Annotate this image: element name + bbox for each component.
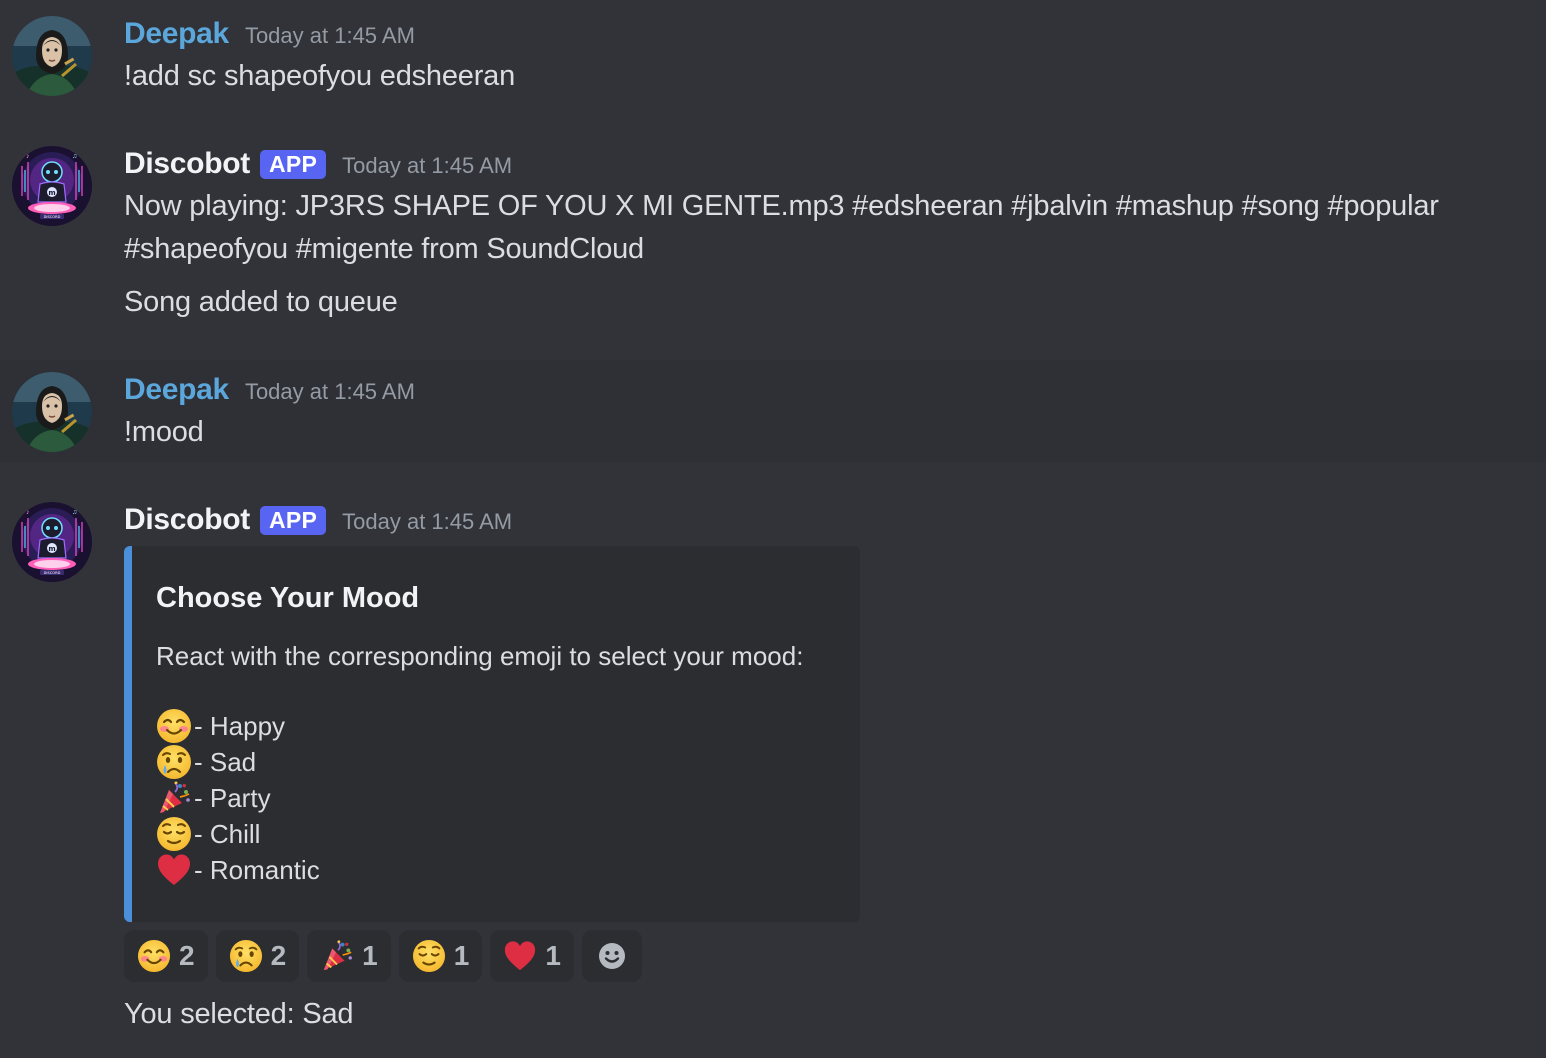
bot-avatar-image: [12, 502, 92, 582]
message-deepak-2: Deepak Today at 1:45 AM !mood: [0, 360, 1546, 462]
reaction-happy[interactable]: 2: [124, 930, 208, 982]
avatar[interactable]: [12, 372, 92, 452]
message-header: Discobot APP Today at 1:45 AM: [124, 144, 512, 184]
smiling-face-with-smiling-eyes-icon: [156, 708, 194, 744]
user-avatar-image: [12, 16, 92, 96]
mood-option-party: - Party: [156, 780, 271, 816]
smiling-face-with-smiling-eyes-icon: [137, 939, 171, 973]
mood-option-happy: - Happy: [156, 708, 285, 744]
avatar[interactable]: [12, 16, 92, 96]
mood-option-chill: - Chill: [156, 816, 260, 852]
username[interactable]: Deepak: [124, 17, 229, 51]
chat-message-list: Deepak Today at 1:45 AM !add sc shapeofy…: [0, 0, 1546, 1058]
reaction-party[interactable]: 1: [307, 930, 391, 982]
reaction-count: 2: [270, 940, 287, 971]
embed-description: React with the corresponding emoji to se…: [156, 641, 804, 671]
mood-label: - Sad: [194, 746, 257, 777]
crying-face-icon: [229, 939, 263, 973]
mood-label: - Party: [194, 782, 271, 813]
relieved-face-icon: [156, 816, 194, 852]
reaction-count: 2: [179, 940, 195, 971]
followup-message: You selected: Sad: [124, 998, 354, 1030]
timestamp: Today at 1:45 AM: [244, 23, 415, 48]
message-content: !mood: [124, 416, 204, 448]
app-badge: APP: [259, 505, 327, 535]
mood-option-romantic: - Romantic: [156, 852, 320, 888]
message-content-line: Song added to queue: [124, 286, 398, 318]
timestamp: Today at 1:45 AM: [244, 379, 415, 404]
message-content-line: Now playing: JP3RS SHAPE OF YOU X MI GEN…: [124, 190, 1439, 222]
username[interactable]: Deepak: [124, 373, 229, 407]
reaction-count: 1: [545, 940, 561, 971]
avatar[interactable]: [12, 146, 92, 226]
mood-label: - Romantic: [194, 854, 320, 885]
embed-title: Choose Your Mood: [156, 582, 420, 614]
app-badge: APP: [259, 149, 327, 179]
message-content-line: #shapeofyou #migente from SoundCloud: [124, 233, 644, 265]
message-content: !add sc shapeofyou edsheeran: [124, 60, 516, 92]
bot-avatar-image: [12, 146, 92, 226]
username[interactable]: Discobot: [124, 147, 250, 181]
red-heart-icon: [156, 852, 194, 888]
message-header: Discobot APP Today at 1:45 AM: [124, 500, 512, 540]
mood-option-sad: - Sad: [156, 744, 256, 780]
add-reaction-button[interactable]: [581, 930, 642, 982]
reaction-count: 1: [362, 940, 378, 971]
reaction-sad[interactable]: 2: [215, 930, 300, 982]
reaction-romantic[interactable]: 1: [490, 930, 574, 982]
red-heart-icon: [503, 939, 537, 973]
reaction-count: 1: [453, 940, 470, 971]
mood-label: - Happy: [194, 710, 286, 741]
username[interactable]: Discobot: [124, 503, 250, 537]
mood-embed: Choose Your Mood React with the correspo…: [124, 546, 860, 922]
mood-label: - Chill: [194, 818, 261, 849]
party-popper-icon: [156, 780, 194, 816]
timestamp: Today at 1:45 AM: [342, 153, 513, 178]
avatar[interactable]: [12, 502, 92, 582]
party-popper-icon: [320, 939, 354, 973]
reaction-bar: 2 2 1 1 1: [124, 930, 650, 982]
reaction-chill[interactable]: 1: [398, 930, 483, 982]
relieved-face-icon: [412, 939, 446, 973]
user-avatar-image: [12, 372, 92, 452]
message-header: Deepak Today at 1:45 AM: [124, 370, 415, 410]
timestamp: Today at 1:45 AM: [342, 509, 513, 534]
message-header: Deepak Today at 1:45 AM: [124, 14, 415, 54]
crying-face-icon: [156, 744, 194, 780]
message-deepak-1: Deepak Today at 1:45 AM !add sc shapeofy…: [0, 0, 1546, 110]
add-reaction-icon: [598, 943, 625, 969]
message-discobot-1: Discobot APP Today at 1:45 AM Now playin…: [0, 110, 1546, 360]
